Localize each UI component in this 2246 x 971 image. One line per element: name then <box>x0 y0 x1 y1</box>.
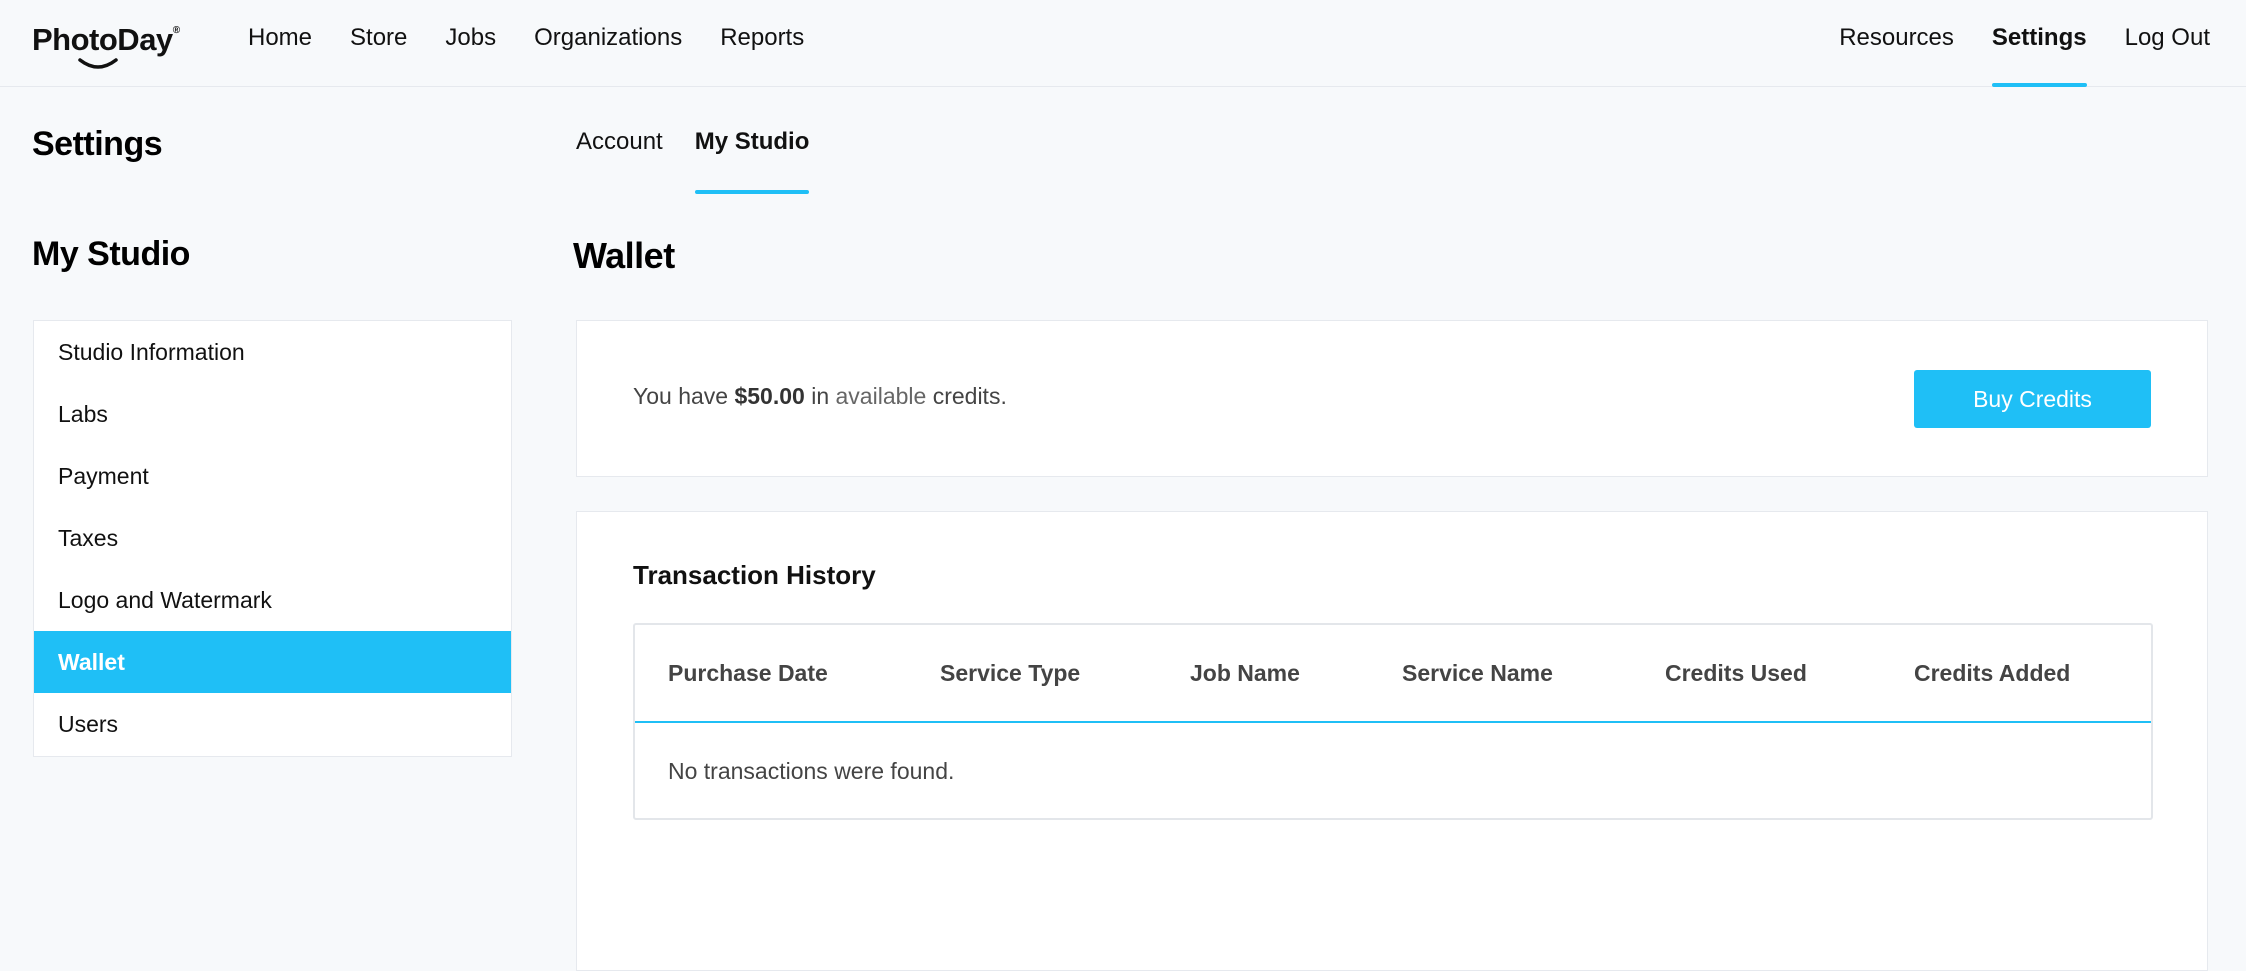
nav-reports[interactable]: Reports <box>720 0 804 87</box>
sidebar-title: My Studio <box>32 235 190 273</box>
transactions-table: Purchase Date Service Type Job Name Serv… <box>633 623 2153 820</box>
nav-store[interactable]: Store <box>350 0 407 87</box>
tab-my-studio[interactable]: My Studio <box>694 108 809 194</box>
nav-resources[interactable]: Resources <box>1839 0 1954 87</box>
tab-account[interactable]: Account <box>576 108 663 194</box>
transaction-history-title: Transaction History <box>633 560 876 590</box>
primary-nav: Home Store Jobs Organizations Reports <box>248 0 842 87</box>
page-title: Settings <box>32 125 163 163</box>
transaction-history-card: Transaction History Purchase Date Servic… <box>576 511 2208 971</box>
registered-mark: ® <box>172 25 180 36</box>
column-credits-used[interactable]: Credits Used <box>1665 660 1807 687</box>
credits-suffix: credits. <box>932 383 1007 409</box>
logo-text: PhotoDay <box>32 22 173 57</box>
column-service-name[interactable]: Service Name <box>1402 660 1553 687</box>
credits-summary: You have $50.00 in available credits. <box>633 383 1007 410</box>
sidebar-item-users[interactable]: Users <box>34 693 511 755</box>
credits-amount: $50.00 <box>734 383 805 409</box>
buy-credits-button[interactable]: Buy Credits <box>1914 370 2151 428</box>
column-service-type[interactable]: Service Type <box>940 660 1080 687</box>
sidebar-item-logo-and-watermark[interactable]: Logo and Watermark <box>34 569 511 631</box>
credits-prefix: You have <box>633 383 729 409</box>
nav-home[interactable]: Home <box>248 0 312 87</box>
sidebar-item-taxes[interactable]: Taxes <box>34 507 511 569</box>
settings-sidebar-menu: Studio Information Labs Payment Taxes Lo… <box>33 320 512 757</box>
column-purchase-date[interactable]: Purchase Date <box>668 660 828 687</box>
sidebar-item-studio-information[interactable]: Studio Information <box>34 321 511 383</box>
top-navigation: PhotoDay® Home Store Jobs Organizations … <box>0 0 2246 87</box>
sidebar-item-wallet[interactable]: Wallet <box>34 631 511 693</box>
settings-tabs: Account My Studio <box>576 108 841 194</box>
photoday-logo[interactable]: PhotoDay® <box>32 22 180 69</box>
credits-available-word: available <box>835 383 927 409</box>
smile-icon <box>78 58 118 69</box>
nav-jobs[interactable]: Jobs <box>445 0 496 87</box>
nav-organizations[interactable]: Organizations <box>534 0 682 87</box>
wallet-title: Wallet <box>573 235 675 276</box>
table-header: Purchase Date Service Type Job Name Serv… <box>635 625 2151 723</box>
sidebar-item-payment[interactable]: Payment <box>34 445 511 507</box>
column-credits-added[interactable]: Credits Added <box>1914 660 2070 687</box>
secondary-nav: Resources Settings Log Out <box>1801 0 2210 87</box>
column-job-name[interactable]: Job Name <box>1190 660 1300 687</box>
nav-settings[interactable]: Settings <box>1991 0 2087 87</box>
nav-log-out[interactable]: Log Out <box>2125 0 2210 87</box>
empty-transactions-message: No transactions were found. <box>668 758 955 784</box>
credits-card: You have $50.00 in available credits. Bu… <box>576 320 2208 477</box>
sidebar-item-labs[interactable]: Labs <box>34 383 511 445</box>
credits-in: in <box>811 383 830 409</box>
